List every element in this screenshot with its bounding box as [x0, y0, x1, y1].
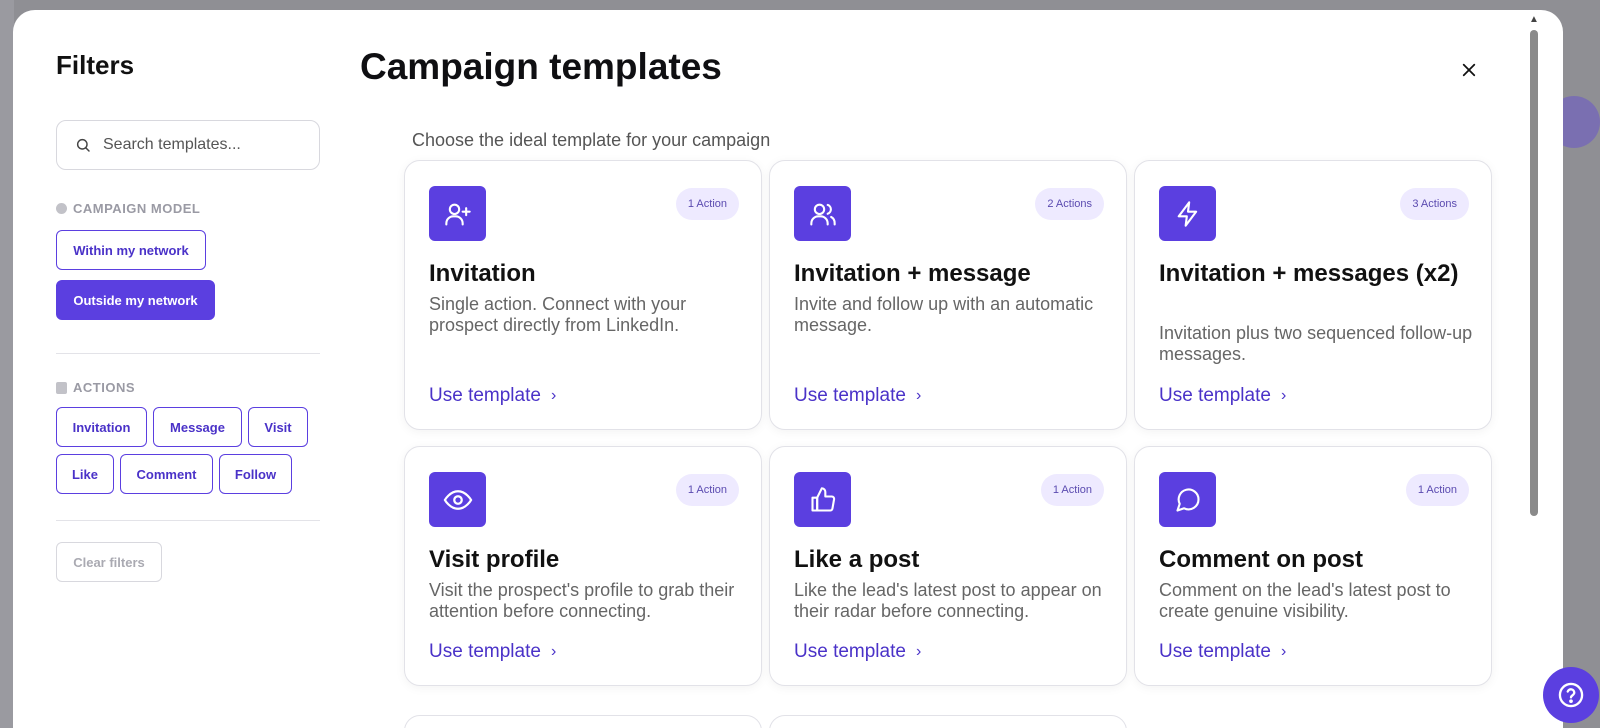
card-description: Invite and follow up with an automatic m…	[794, 294, 1094, 335]
scroll-up-arrow[interactable]: ▲	[1528, 14, 1540, 26]
clear-filters-button[interactable]: Clear filters	[56, 542, 162, 582]
use-template-link[interactable]: Use template ›	[1159, 385, 1286, 407]
close-button[interactable]	[1452, 53, 1486, 87]
lightning-icon	[1177, 200, 1197, 227]
card-description: Like the lead's latest post to appear on…	[794, 580, 1102, 621]
help-icon	[1558, 682, 1584, 708]
action-count-badge: 3 Actions	[1400, 188, 1469, 220]
help-button[interactable]	[1543, 667, 1599, 723]
card-icon-box	[429, 472, 486, 527]
filters-sidebar: Filters CAMPAIGN MODEL Within my network…	[56, 10, 320, 728]
use-template-link[interactable]: Use template ›	[794, 385, 921, 407]
template-card-peek[interactable]	[769, 715, 1127, 728]
divider	[56, 353, 320, 354]
card-title: Visit profile	[429, 546, 560, 573]
model-within-network[interactable]: Within my network	[56, 230, 206, 270]
template-card-invitation[interactable]: 1 Action Invitation Single action. Conne…	[404, 160, 762, 430]
template-card-invitation-message[interactable]: 2 Actions Invitation + message Invite an…	[769, 160, 1127, 430]
filters-title: Filters	[56, 50, 135, 80]
card-icon-box	[794, 472, 851, 527]
card-icon-box	[429, 186, 486, 241]
use-template-link[interactable]: Use template ›	[429, 385, 556, 407]
templates-modal: Filters CAMPAIGN MODEL Within my network…	[13, 10, 1563, 728]
campaign-model-label: CAMPAIGN MODEL	[56, 201, 200, 216]
use-template-link[interactable]: Use template ›	[794, 641, 921, 663]
card-icon-box	[1159, 472, 1216, 527]
divider	[56, 520, 320, 521]
close-icon	[1462, 63, 1476, 77]
template-card-invitation-messages-x2[interactable]: 3 Actions Invitation + messages (x2) Inv…	[1134, 160, 1492, 430]
card-description: Comment on the lead's latest post to cre…	[1159, 580, 1451, 621]
action-visit[interactable]: Visit	[248, 407, 308, 447]
use-template-link[interactable]: Use template ›	[1159, 641, 1286, 663]
card-title: Invitation + message	[794, 260, 1031, 287]
page-subtitle: Choose the ideal template for your campa…	[412, 130, 771, 150]
card-description: Visit the prospect's profile to grab the…	[429, 580, 735, 621]
card-title: Like a post	[794, 546, 920, 573]
chevron-right-icon: ›	[915, 387, 922, 404]
card-description: Invitation plus two sequenced follow-up …	[1159, 323, 1473, 364]
users-icon	[809, 203, 836, 226]
action-count-badge: 1 Action	[675, 474, 739, 506]
scrollbar-thumb[interactable]	[1530, 30, 1538, 516]
chevron-right-icon: ›	[550, 643, 557, 660]
card-title: Comment on post	[1159, 546, 1363, 573]
use-template-link[interactable]: Use template ›	[429, 641, 556, 663]
template-card-visit-profile[interactable]: 1 Action Visit profile Visit the prospec…	[404, 446, 762, 686]
action-count-badge: 1 Action	[1405, 474, 1469, 506]
chevron-right-icon: ›	[550, 387, 557, 404]
search-icon	[76, 138, 90, 152]
template-card-peek[interactable]	[404, 715, 762, 728]
actions-label: ACTIONS	[56, 380, 135, 395]
action-count-badge: 1 Action	[1040, 474, 1104, 506]
model-outside-network[interactable]: Outside my network	[56, 280, 215, 320]
action-like[interactable]: Like	[56, 454, 114, 494]
backdrop	[0, 0, 14, 728]
action-message[interactable]: Message	[153, 407, 242, 447]
eye-icon	[443, 489, 472, 510]
search-box[interactable]	[56, 120, 320, 170]
page-title: Campaign templates	[360, 46, 722, 87]
action-invitation[interactable]: Invitation	[56, 407, 147, 447]
chevron-right-icon: ›	[1280, 387, 1287, 404]
comment-icon	[1175, 487, 1200, 512]
action-count-badge: 1 Action	[675, 188, 739, 220]
card-title: Invitation	[429, 260, 536, 287]
card-icon-box	[1159, 186, 1216, 241]
template-card-comment-post[interactable]: 1 Action Comment on post Comment on the …	[1134, 446, 1492, 686]
square-icon	[56, 381, 67, 394]
user-plus-icon	[444, 203, 471, 226]
action-comment[interactable]: Comment	[120, 454, 213, 494]
card-description: Single action. Connect with your prospec…	[429, 294, 687, 335]
card-icon-box	[794, 186, 851, 241]
search-input[interactable]	[103, 136, 313, 154]
action-count-badge: 2 Actions	[1035, 188, 1104, 220]
thumbs-up-icon	[810, 486, 835, 512]
card-title: Invitation + messages (x2)	[1159, 260, 1459, 287]
template-card-like-post[interactable]: 1 Action Like a post Like the lead's lat…	[769, 446, 1127, 686]
chevron-right-icon: ›	[1280, 643, 1287, 660]
chevron-right-icon: ›	[915, 643, 922, 660]
action-follow[interactable]: Follow	[219, 454, 292, 494]
dot-icon	[56, 203, 67, 214]
